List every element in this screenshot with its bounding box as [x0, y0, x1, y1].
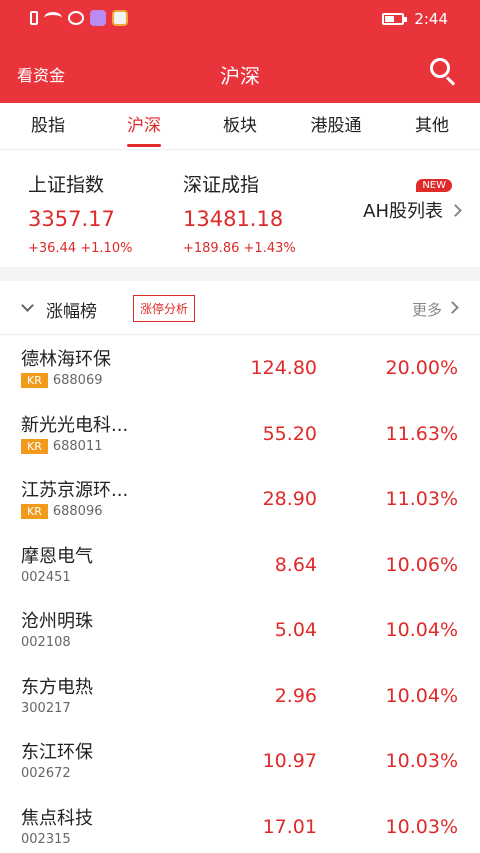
- stock-price: 17.01: [262, 815, 317, 838]
- app-icon: [112, 10, 128, 26]
- stock-code: 002451: [21, 569, 71, 585]
- stock-code: 002315: [21, 831, 71, 847]
- tab-sectors[interactable]: 板块: [192, 103, 288, 149]
- stock-code: 300217: [21, 700, 71, 716]
- index-change: +189.86: [183, 241, 240, 256]
- list-item[interactable]: 新光光电科... KR 688011 55.20 11.63%: [0, 401, 480, 467]
- index-name: 上证指数: [28, 174, 105, 196]
- status-bar: 2:44: [0, 0, 480, 38]
- list-item[interactable]: 摩恩电气 002451 8.64 10.06%: [0, 532, 480, 598]
- index-pct: +1.43%: [243, 241, 296, 256]
- chevron-down-icon[interactable]: [21, 299, 34, 312]
- gainers-header: 涨幅榜 涨停分析 更多: [0, 281, 480, 335]
- stock-name: 东江环保: [21, 742, 93, 763]
- list-item[interactable]: 沧州明珠 002108 5.04 10.04%: [0, 597, 480, 663]
- stock-code: 688069: [52, 373, 103, 388]
- stock-price: 124.80: [250, 357, 317, 379]
- stock-code: 688011: [52, 438, 103, 454]
- ah-stock-list-link[interactable]: NEW AH股列表: [363, 179, 462, 223]
- stock-code: 688096: [52, 504, 103, 519]
- tab-index[interactable]: 股指: [0, 103, 96, 149]
- limit-up-analysis-button[interactable]: 涨停分析: [133, 295, 196, 322]
- kr-badge: KR: [21, 438, 48, 454]
- gainers-list: 德林海环保 KR 688069 124.80 20.00% 新光光电科... KR…: [0, 335, 480, 853]
- stock-price: 55.20: [262, 422, 317, 445]
- market-tabs: 股指 沪深 板块 港股通 其他: [0, 103, 480, 149]
- list-item[interactable]: 东方电热 300217 2.96 10.04%: [0, 663, 480, 729]
- kr-badge: KR: [21, 504, 48, 519]
- page-title: 沪深: [220, 64, 260, 88]
- index-card-sse[interactable]: 上证指数 3357.17 +36.44 +1.10%: [28, 170, 198, 256]
- stock-name: 德林海环保: [21, 349, 111, 370]
- section-title: 涨幅榜: [46, 302, 97, 322]
- index-change: +36.44: [28, 241, 77, 256]
- stock-code: 002108: [21, 635, 71, 650]
- stock-pct: 10.04%: [385, 619, 458, 641]
- tab-stock-connect[interactable]: 港股通: [288, 103, 384, 149]
- search-icon[interactable]: [430, 58, 458, 86]
- stock-name: 新光光电科...: [21, 414, 129, 436]
- stock-name: 东方电热: [21, 676, 93, 698]
- stock-pct: 20.00%: [385, 357, 458, 379]
- wifi-icon: [44, 12, 62, 24]
- app-notification-icon: [68, 11, 84, 25]
- stock-price: 2.96: [274, 684, 317, 707]
- list-item[interactable]: 焦点科技 002315 17.01 10.03%: [0, 794, 480, 853]
- index-card-szse[interactable]: 深证成指 13481.18 +189.86 +1.43%: [183, 170, 353, 256]
- index-value: 13481.18: [183, 207, 284, 231]
- stock-name: 焦点科技: [21, 807, 93, 829]
- stock-name: 摩恩电气: [21, 545, 93, 567]
- stock-name: 沧州明珠: [21, 611, 93, 632]
- tab-shanghai-shenzhen[interactable]: 沪深: [96, 103, 192, 149]
- status-right: 2:44: [382, 10, 448, 28]
- active-tab-indicator: [127, 144, 161, 147]
- chevron-right-icon: [449, 203, 462, 217]
- ah-label: AH股列表: [363, 201, 443, 222]
- top-bar: 2:44 看资金 沪深: [0, 0, 480, 103]
- stock-price: 10.97: [262, 750, 317, 772]
- kr-badge: KR: [21, 373, 48, 388]
- list-item[interactable]: 江苏京源环... KR 688096 28.90 11.03%: [0, 466, 480, 532]
- app-icon: [90, 10, 106, 26]
- stock-pct: 11.03%: [385, 488, 458, 510]
- stock-name: 江苏京源环...: [21, 480, 129, 501]
- stock-price: 5.04: [274, 619, 317, 641]
- list-item[interactable]: 德林海环保 KR 688069 124.80 20.00%: [0, 335, 480, 401]
- stock-pct: 11.63%: [385, 422, 458, 445]
- stock-price: 28.90: [262, 488, 317, 510]
- list-item[interactable]: 东江环保 002672 10.97 10.03%: [0, 728, 480, 794]
- stock-pct: 10.03%: [385, 750, 458, 772]
- status-time: 2:44: [414, 10, 448, 28]
- index-name: 深证成指: [183, 174, 260, 196]
- new-badge: NEW: [416, 179, 452, 192]
- index-pct: +1.10%: [80, 241, 133, 256]
- status-icons: [30, 10, 128, 26]
- index-summary: 上证指数 3357.17 +36.44 +1.10% 深证成指 13481.18…: [0, 149, 480, 267]
- stock-pct: 10.03%: [385, 815, 458, 838]
- chevron-right-icon: [446, 301, 459, 314]
- stock-pct: 10.04%: [385, 684, 458, 707]
- battery-icon: [382, 13, 408, 25]
- index-value: 3357.17: [28, 207, 115, 231]
- alert-icon: [30, 11, 38, 25]
- stock-pct: 10.06%: [385, 553, 458, 576]
- stock-price: 8.64: [274, 553, 317, 576]
- more-link[interactable]: 更多: [412, 299, 442, 320]
- tab-other[interactable]: 其他: [384, 103, 480, 149]
- stock-code: 002672: [21, 766, 71, 781]
